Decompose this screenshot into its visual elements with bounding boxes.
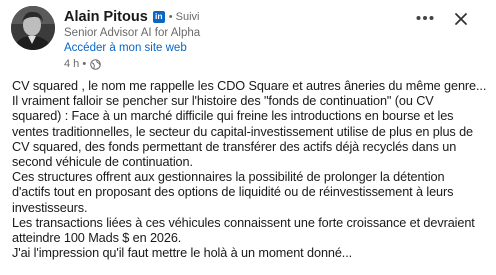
post-text-line: d'actifs tout en proposant des options d… [12, 185, 454, 200]
post-text-line: CV squared , le nom me rappelle les CDO … [12, 79, 487, 93]
globe-icon [90, 58, 101, 70]
post-timestamp-row: 4 h • [64, 57, 404, 71]
author-name-row: Alain Pitous in • Suivi [64, 7, 404, 26]
author-headline: Senior Advisor AI for Alpha [64, 27, 201, 39]
feed-post: Alain Pitous in • Suivi Senior Advisor A… [0, 0, 496, 275]
linkedin-premium-badge-icon: in [152, 10, 165, 23]
post-text-line: Les transactions liées à ces véhicules c… [12, 215, 475, 230]
author-avatar[interactable] [11, 6, 55, 50]
post-text-line: J'ai l'impression qu'il faut mettre le h… [12, 246, 353, 261]
separator-dot: • [168, 10, 173, 23]
post-header: Alain Pitous in • Suivi Senior Advisor A… [64, 7, 404, 71]
post-text-line: CV squared, des fonds permettant de tran… [12, 139, 457, 154]
close-icon [455, 13, 467, 25]
author-name[interactable]: Alain Pitous [64, 9, 148, 25]
ellipsis-icon [416, 16, 434, 20]
post-text-line: Il vraiment falloir se pencher sur l'his… [12, 94, 434, 109]
post-text-line: Ces structures offrent aux gestionnaires… [12, 170, 445, 185]
post-text: CV squared , le nom me rappelle les CDO … [12, 79, 490, 261]
post-text-line: investisseurs. [12, 200, 88, 215]
post-text-line: squared) : Face à un marché difficile qu… [12, 109, 454, 124]
follow-status: Suivi [175, 10, 200, 23]
more-options-button[interactable] [413, 10, 437, 26]
visit-website-link[interactable]: Accéder à mon site web [64, 42, 404, 56]
post-timestamp: 4 h • [64, 58, 87, 70]
post-text-line: ventes traditionnelles, le secteur du ca… [12, 124, 473, 139]
dismiss-post-button[interactable] [451, 9, 471, 29]
post-text-line: second véhicule de continuation. [12, 155, 193, 170]
avatar-photo [11, 6, 55, 50]
post-text-line: atteindre 100 Mads $ en 2026. [12, 231, 182, 246]
